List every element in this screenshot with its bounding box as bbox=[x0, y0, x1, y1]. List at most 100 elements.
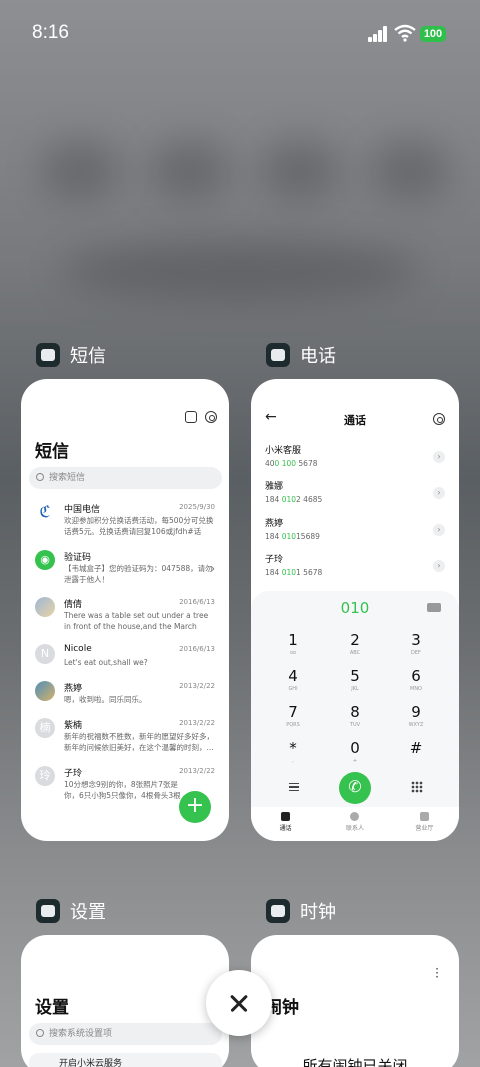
chevron-right-icon[interactable]: › bbox=[433, 451, 445, 463]
contact-name: 小米客服 bbox=[265, 446, 302, 456]
wallpaper-blob bbox=[60, 240, 420, 300]
sms-toolbar bbox=[185, 411, 217, 423]
settings-app-icon bbox=[36, 899, 60, 923]
chevron-right-icon[interactable]: › bbox=[433, 524, 445, 536]
dial-key[interactable]: 3 DEF bbox=[396, 631, 436, 656]
contacts-icon bbox=[350, 812, 360, 821]
message-date: 2013/2/22 bbox=[179, 767, 215, 775]
clock-recent-card[interactable]: · · · 闹钟 所有闹钟已关闭 bbox=[251, 935, 459, 1067]
message-preview: There was a table set out under a tree i… bbox=[64, 611, 209, 631]
dial-key[interactable]: 6 MNO bbox=[396, 667, 436, 692]
message-date: 2016/6/13 bbox=[179, 598, 215, 606]
clean-icon[interactable] bbox=[185, 411, 197, 423]
tab-calls[interactable]: 通话 bbox=[251, 807, 320, 841]
chevron-right-icon[interactable]: › bbox=[433, 560, 445, 572]
settings-row-cloud[interactable]: 开启小米云服务 bbox=[29, 1053, 222, 1067]
contact-number: 184 01015689 bbox=[265, 532, 320, 541]
avatar: 楠 bbox=[35, 718, 55, 738]
message-sender: 中国电信 bbox=[64, 505, 101, 515]
message-preview: 10分想念9别的你，8张照片7张是你，6只小狗5只像你，4根骨头3根归你，2爪真… bbox=[64, 780, 181, 800]
dial-key[interactable]: 1 oo bbox=[273, 631, 313, 656]
list-item[interactable]: 小米客服 400 100 5678 › bbox=[265, 443, 445, 468]
app-header-sms[interactable]: 短信 bbox=[36, 342, 106, 368]
message-sender: 紫楠 bbox=[64, 721, 83, 731]
settings-search-input[interactable]: 搜索系统设置项 bbox=[29, 1023, 222, 1045]
backspace-icon[interactable] bbox=[427, 603, 441, 612]
page-title: 通话 bbox=[344, 414, 366, 427]
status-bar: 8:16 100 bbox=[0, 0, 480, 64]
wallpaper-blob bbox=[370, 140, 450, 200]
dial-key[interactable]: *, bbox=[273, 739, 313, 764]
sms-search-input[interactable]: 搜索短信 bbox=[29, 467, 222, 489]
avatar bbox=[35, 597, 55, 617]
message-preview: Let's eat out,shall we? bbox=[64, 658, 148, 667]
new-message-button[interactable]: + bbox=[179, 791, 211, 823]
message-preview: 嗯，收到啦。同乐同乐。 bbox=[64, 695, 147, 704]
contact-number: 400 100 5678 bbox=[265, 459, 318, 468]
menu-icon[interactable] bbox=[289, 783, 299, 791]
dial-key[interactable]: 2 ABC bbox=[335, 631, 375, 656]
settings-gear-icon[interactable] bbox=[433, 413, 445, 425]
clear-all-close-button[interactable] bbox=[206, 970, 272, 1036]
list-item[interactable]: 子玲 184 0101 5678 › bbox=[265, 552, 445, 577]
avatar: 玲 bbox=[35, 766, 55, 786]
wallpaper-blob bbox=[150, 140, 230, 200]
dial-key[interactable]: # bbox=[396, 739, 436, 758]
dial-key[interactable]: 9 WXYZ bbox=[396, 703, 436, 728]
list-item[interactable]: 雅娜 184 0102 4685 › bbox=[265, 479, 445, 504]
message-date: 2013/2/22 bbox=[179, 719, 215, 727]
chevron-right-icon[interactable]: › bbox=[433, 487, 445, 499]
app-header-clock[interactable]: 时钟 bbox=[266, 898, 336, 924]
message-preview: 【韦城盒子】您的验证码为：047588，请勿泄露于他人！ bbox=[64, 564, 213, 584]
clock-app-icon bbox=[266, 899, 290, 923]
list-item[interactable]: 倩倩 2016/6/13 There was a table set out u… bbox=[35, 597, 215, 637]
app-header-phone[interactable]: 电话 bbox=[266, 342, 336, 368]
list-item[interactable]: 燕婷 2013/2/22 嗯，收到啦。同乐同乐。 bbox=[35, 681, 215, 713]
more-options-icon[interactable]: · · · bbox=[435, 963, 439, 983]
tab-store[interactable]: 营业厅 bbox=[390, 807, 459, 841]
status-time: 8:16 bbox=[32, 22, 69, 43]
tab-contacts[interactable]: 联系人 bbox=[320, 807, 389, 841]
app-header-settings[interactable]: 设置 bbox=[36, 898, 106, 924]
dial-key[interactable]: 0 + bbox=[335, 739, 375, 764]
settings-gear-icon[interactable] bbox=[205, 411, 217, 423]
message-sender: 子玲 bbox=[64, 769, 83, 779]
message-preview: 新年的祝福数不胜数，新年的愿望好多好多，新年的问候依旧美好，在这个温馨的时刻，.… bbox=[64, 732, 214, 752]
avatar bbox=[35, 681, 55, 701]
call-button[interactable] bbox=[339, 772, 371, 804]
dialpad: 010 1 oo 2 ABC 3 DEF 4 GHI 5 JKL 6 MNO 7 PQRS 8… bbox=[251, 591, 459, 841]
sms-app-icon bbox=[36, 343, 60, 367]
settings-recent-card[interactable]: 设置 搜索系统设置项 开启小米云服务 bbox=[21, 935, 229, 1067]
list-item[interactable]: ℭ 中国电信 2025/9/30 欢迎参加积分兑换话费活动，每500分可兑换话费… bbox=[35, 502, 215, 542]
message-sender: 燕婷 bbox=[64, 684, 83, 694]
contact-number: 184 0102 4685 bbox=[265, 495, 323, 504]
app-name-clock: 时钟 bbox=[300, 902, 336, 923]
dialpad-grid-icon[interactable] bbox=[411, 781, 423, 793]
contact-name: 燕婷 bbox=[265, 519, 284, 529]
contact-name: 雅娜 bbox=[265, 482, 284, 492]
message-date: 2025/9/30 bbox=[179, 503, 215, 511]
dial-key[interactable]: 5 JKL bbox=[335, 667, 375, 692]
dial-key[interactable]: 7 PQRS bbox=[273, 703, 313, 728]
dial-key[interactable]: 4 GHI bbox=[273, 667, 313, 692]
message-preview: 欢迎参加积分兑换话费活动，每500分可兑换话费5元。兑换话费请回复106或jfd… bbox=[64, 516, 214, 536]
phone-tab-bar: 通话 联系人 营业厅 bbox=[251, 807, 459, 841]
sms-recent-card[interactable]: 短信 搜索短信 ℭ 中国电信 2025/9/30 欢迎参加积分兑换话费活动，每5… bbox=[21, 379, 229, 841]
avatar: N bbox=[35, 644, 55, 664]
signal-icon bbox=[368, 26, 390, 42]
page-title: 设置 bbox=[35, 998, 69, 1018]
phone-recent-card[interactable]: ← 通话 小米客服 400 100 5678 › 雅娜 184 0102 468… bbox=[251, 379, 459, 841]
app-name-phone: 电话 bbox=[300, 346, 336, 367]
wifi-icon bbox=[394, 24, 416, 42]
dial-key[interactable]: 8 TUV bbox=[335, 703, 375, 728]
chat-bubble-icon: ◉ bbox=[35, 550, 55, 570]
message-date: 2016/6/13 bbox=[179, 645, 215, 653]
list-item[interactable]: N Nicole 2016/6/13 Let's eat out,shall w… bbox=[35, 644, 215, 676]
list-item[interactable]: 燕婷 184 01015689 › bbox=[265, 516, 445, 541]
list-item[interactable]: 楠 紫楠 2013/2/22 新年的祝福数不胜数，新年的愿望好多好多，新年的问候… bbox=[35, 718, 215, 758]
page-title: 短信 bbox=[35, 442, 69, 462]
list-item[interactable]: ◉ 验证码 【韦城盒子】您的验证码为：047588，请勿泄露于他人！ › bbox=[35, 550, 215, 590]
wallpaper-blob bbox=[260, 140, 340, 200]
app-name-settings: 设置 bbox=[70, 902, 106, 923]
message-sender: Nicole bbox=[64, 644, 92, 654]
